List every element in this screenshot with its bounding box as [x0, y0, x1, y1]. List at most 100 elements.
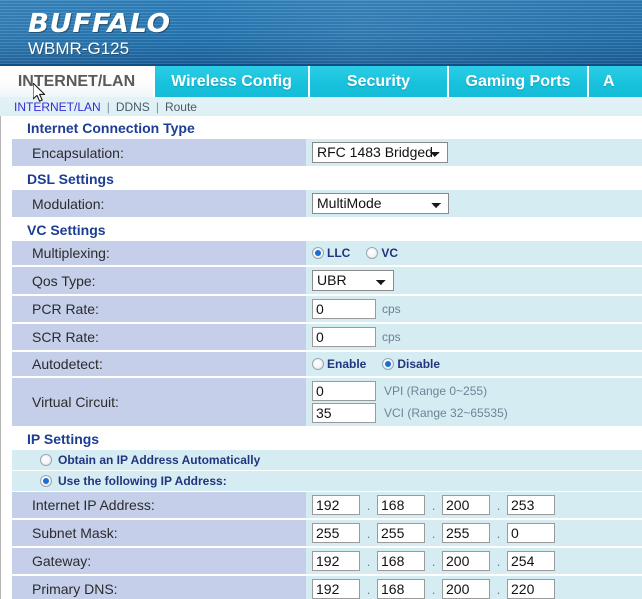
encapsulation-select[interactable]: RFC 1483 Bridged — [312, 142, 448, 163]
value-virtual-circuit: VPI (Range 0~255) VCI (Range 32~65535) — [306, 378, 642, 427]
label-subnet-mask: Subnet Mask: — [12, 520, 306, 547]
row-gateway: Gateway: . . . — [12, 547, 642, 575]
autodetect-option-enable[interactable]: Enable — [312, 357, 376, 371]
radio-obtain-ip-auto-icon[interactable] — [40, 454, 52, 466]
radio-vc-icon[interactable] — [366, 247, 379, 259]
mask-dot-1: . — [366, 525, 371, 541]
radio-llc-label: LLC — [327, 246, 351, 260]
brand-name: BUFFALO — [28, 9, 171, 39]
radio-enable-icon[interactable] — [312, 358, 324, 370]
ip-dot-2: . — [431, 497, 436, 513]
row-pcr-rate: PCR Rate: cps — [12, 295, 642, 323]
section-internet-connection-type: Internet Connection Type — [12, 116, 642, 139]
primary-dns-octet-4[interactable] — [507, 579, 555, 599]
tab-internet-lan[interactable]: INTERNET/LAN — [0, 66, 155, 97]
row-virtual-circuit: Virtual Circuit: VPI (Range 0~255) VCI (… — [12, 377, 642, 427]
pcr-rate-input[interactable] — [312, 299, 376, 319]
primary-dns-octet-3[interactable] — [442, 579, 490, 599]
gateway-octet-2[interactable] — [377, 551, 425, 571]
internet-ip-octet-1[interactable] — [312, 495, 360, 515]
settings-content: Internet Connection Type Encapsulation: … — [0, 116, 642, 599]
label-pcr-rate: PCR Rate: — [12, 296, 306, 323]
subnav-separator-2: | — [155, 99, 159, 114]
label-scr-rate: SCR Rate: — [12, 324, 306, 351]
subnet-mask-octet-3[interactable] — [442, 523, 490, 543]
primary-dns-octet-1[interactable] — [312, 579, 360, 599]
brand-logo: BUFFALO WBMR-G125 — [28, 10, 170, 59]
row-qos-type: Qos Type: UBR — [12, 266, 642, 295]
row-subnet-mask: Subnet Mask: . . . — [12, 519, 642, 547]
gateway-octet-1[interactable] — [312, 551, 360, 571]
radio-obtain-ip-auto-label: Obtain an IP Address Automatically — [58, 453, 261, 467]
modulation-select[interactable]: MultiMode — [312, 193, 449, 214]
subnet-mask-octet-4[interactable] — [507, 523, 555, 543]
brand-banner: BUFFALO WBMR-G125 — [0, 0, 642, 66]
radio-use-following-ip-icon[interactable] — [40, 475, 52, 487]
ip-mode-option-manual[interactable]: Use the following IP Address: — [12, 471, 642, 492]
qos-type-select[interactable]: UBR — [312, 270, 394, 291]
value-scr-rate: cps — [306, 324, 642, 351]
section-dsl-settings: DSL Settings — [12, 167, 642, 190]
subnav-item-internet-lan[interactable]: INTERNET/LAN — [14, 100, 101, 114]
row-scr-rate: SCR Rate: cps — [12, 323, 642, 351]
tab-security[interactable]: Security — [310, 66, 449, 97]
main-tabbar: INTERNET/LAN Wireless Config Security Ga… — [0, 66, 642, 97]
internet-ip-octet-4[interactable] — [507, 495, 555, 515]
ip-mode-option-auto[interactable]: Obtain an IP Address Automatically — [12, 450, 642, 471]
section-ip-settings: IP Settings — [12, 427, 642, 450]
gateway-dot-2: . — [431, 553, 436, 569]
internet-ip-octet-3[interactable] — [442, 495, 490, 515]
row-primary-dns: Primary DNS: . . . — [12, 575, 642, 599]
tab-admin-config[interactable]: A — [589, 66, 642, 97]
ip-dot-3: . — [496, 497, 501, 513]
multiplexing-option-vc[interactable]: VC — [366, 246, 408, 260]
tab-gaming-ports[interactable]: Gaming Ports — [449, 66, 589, 97]
subnav-item-route[interactable]: Route — [165, 100, 197, 114]
label-internet-ip-address: Internet IP Address: — [12, 492, 306, 519]
value-pcr-rate: cps — [306, 296, 642, 323]
subnav-separator-1: | — [106, 99, 110, 114]
radio-disable-label: Disable — [397, 357, 441, 371]
label-autodetect: Autodetect: — [12, 352, 306, 377]
multiplexing-option-llc[interactable]: LLC — [312, 246, 360, 260]
gateway-dot-3: . — [496, 553, 501, 569]
row-internet-ip-address: Internet IP Address: . . . — [12, 492, 642, 519]
mask-dot-2: . — [431, 525, 436, 541]
subnet-mask-octet-2[interactable] — [377, 523, 425, 543]
value-encapsulation: RFC 1483 Bridged — [306, 139, 642, 167]
section-vc-settings: VC Settings — [12, 218, 642, 241]
vci-input[interactable] — [312, 403, 376, 423]
pdns-dot-2: . — [431, 581, 436, 597]
internet-ip-octet-2[interactable] — [377, 495, 425, 515]
row-autodetect: Autodetect: Enable Disable — [12, 351, 642, 377]
vpi-hint: VPI (Range 0~255) — [384, 384, 488, 398]
value-autodetect: Enable Disable — [306, 352, 642, 377]
row-modulation: Modulation: MultiMode — [12, 190, 642, 218]
gateway-octet-4[interactable] — [507, 551, 555, 571]
subnav-item-ddns[interactable]: DDNS — [116, 100, 150, 114]
autodetect-option-disable[interactable]: Disable — [382, 357, 450, 371]
label-virtual-circuit: Virtual Circuit: — [12, 378, 306, 427]
value-modulation: MultiMode — [306, 190, 642, 218]
vpi-input[interactable] — [312, 381, 376, 401]
gateway-octet-3[interactable] — [442, 551, 490, 571]
left-gutter — [1, 116, 12, 599]
scr-rate-input[interactable] — [312, 327, 376, 347]
brand-model: WBMR-G125 — [28, 39, 130, 58]
ip-dot-1: . — [366, 497, 371, 513]
pcr-rate-unit: cps — [382, 302, 401, 316]
vci-hint: VCI (Range 32~65535) — [384, 406, 508, 420]
primary-dns-octet-2[interactable] — [377, 579, 425, 599]
value-gateway: . . . — [306, 548, 642, 575]
label-qos-type: Qos Type: — [12, 267, 306, 295]
radio-disable-icon[interactable] — [382, 358, 395, 370]
value-subnet-mask: . . . — [306, 520, 642, 547]
tab-wireless-config[interactable]: Wireless Config — [155, 66, 310, 97]
radio-enable-label: Enable — [327, 357, 367, 371]
value-internet-ip-address: . . . — [306, 492, 642, 519]
label-multiplexing: Multiplexing: — [12, 241, 306, 266]
gateway-dot-1: . — [366, 553, 371, 569]
subnet-mask-octet-1[interactable] — [312, 523, 360, 543]
radio-llc-icon[interactable] — [312, 247, 324, 259]
pdns-dot-3: . — [496, 581, 501, 597]
